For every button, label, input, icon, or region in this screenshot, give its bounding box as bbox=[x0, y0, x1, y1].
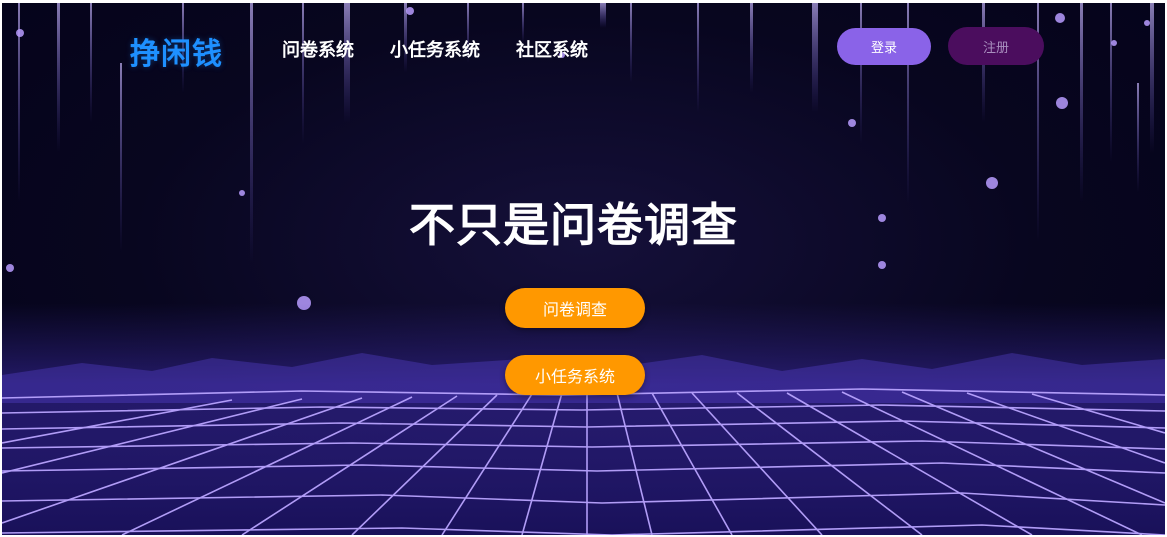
task-system-cta-button[interactable]: 小任务系统 bbox=[505, 355, 645, 395]
site-logo[interactable]: 挣闲钱 bbox=[130, 29, 223, 73]
register-button[interactable]: 注册 bbox=[948, 27, 1044, 65]
nav-links: 问卷系统 小任务系统 社区系统 bbox=[282, 36, 588, 62]
nav-link-survey-system[interactable]: 问卷系统 bbox=[282, 36, 354, 62]
top-navigation: 挣闲钱 问卷系统 小任务系统 社区系统 登录 注册 bbox=[2, 3, 1165, 93]
nav-link-community-system[interactable]: 社区系统 bbox=[516, 36, 588, 62]
login-button[interactable]: 登录 bbox=[837, 28, 931, 65]
page-frame: 挣闲钱 问卷系统 小任务系统 社区系统 登录 注册 不只是问卷调查 问卷调查 小… bbox=[2, 3, 1165, 535]
nav-link-task-system[interactable]: 小任务系统 bbox=[390, 36, 480, 62]
hero-title: 不只是问卷调查 bbox=[409, 198, 738, 252]
survey-cta-button[interactable]: 问卷调查 bbox=[505, 288, 645, 328]
